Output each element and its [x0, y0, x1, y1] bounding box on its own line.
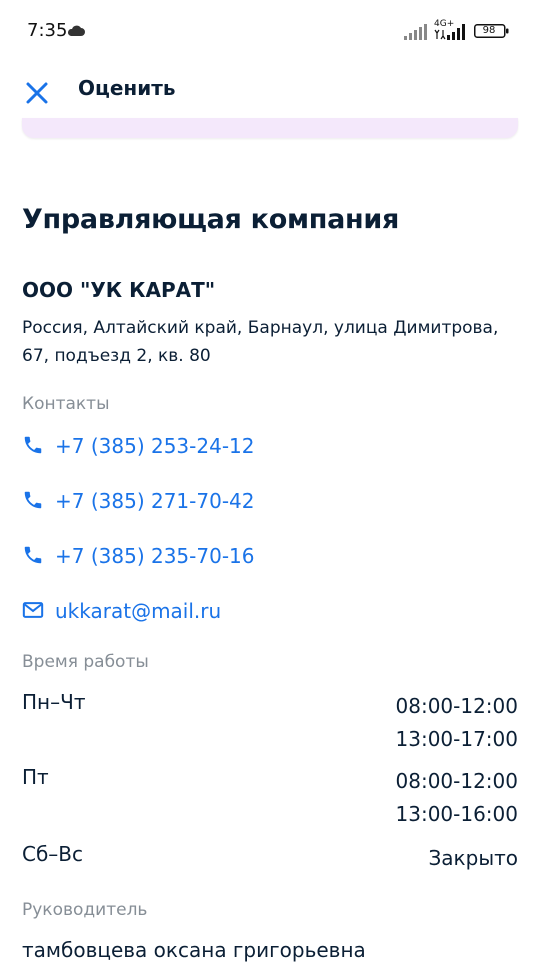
cloud-icon — [67, 25, 85, 36]
schedule-row: Пн–Чт 08:00-12:00 13:00-17:00 — [22, 690, 518, 758]
email-address: ukkarat@mail.ru — [55, 599, 222, 623]
email-link[interactable]: ukkarat@mail.ru — [22, 595, 502, 627]
schedule-hours: 08:00-12:00 13:00-17:00 — [396, 690, 519, 756]
hours-slot: 13:00-17:00 — [395, 727, 519, 751]
hours-slot: 08:00-12:00 — [395, 694, 519, 718]
manager-label: Руководитель — [22, 900, 148, 920]
phone-link-3[interactable]: +7 (385) 235-70-16 — [22, 540, 502, 572]
company-name: ООО "УК КАРАТ" — [22, 278, 216, 302]
phone-icon — [24, 436, 42, 454]
schedule-hours: 08:00-12:00 13:00-16:00 — [396, 765, 519, 831]
manager-name: тамбовцева оксана григорьевна — [22, 938, 366, 962]
schedule-day: Пн–Чт — [22, 690, 86, 714]
signal-icon — [404, 24, 427, 40]
page-title: Оценить — [78, 76, 176, 100]
status-time: 7:35 — [27, 20, 68, 41]
close-icon — [26, 82, 48, 104]
company-address: Россия, Алтайский край, Барнаул, улица Д… — [22, 318, 499, 366]
phone-number: +7 (385) 253-24-12 — [55, 434, 255, 458]
schedule-row: Пт 08:00-12:00 13:00-16:00 — [22, 765, 518, 833]
phone-icon — [24, 546, 42, 564]
top-app-bar: Оценить — [0, 64, 540, 120]
schedule-hours: Закрыто — [428, 842, 518, 875]
close-button[interactable] — [20, 72, 56, 108]
status-bar: 7:35 4G+ 98 — [0, 0, 540, 64]
phone-link-2[interactable]: +7 (385) 271-70-42 — [22, 485, 502, 517]
hours-slot: 13:00-16:00 — [395, 802, 519, 826]
section-title: Управляющая компания — [22, 204, 399, 235]
hours-slot: 08:00-12:00 — [395, 769, 519, 793]
promo-banner-edge — [22, 118, 518, 138]
phone-icon — [24, 491, 42, 509]
schedule-row: Сб–Вс Закрыто — [22, 842, 518, 876]
phone-number: +7 (385) 235-70-16 — [55, 544, 255, 568]
hours-slot: Закрыто — [428, 846, 518, 870]
contacts-label: Контакты — [22, 394, 110, 414]
schedule-day: Пт — [22, 765, 49, 789]
phone-link-1[interactable]: +7 (385) 253-24-12 — [22, 430, 502, 462]
mail-icon — [22, 602, 44, 618]
battery-level: 98 — [482, 25, 496, 36]
phone-number: +7 (385) 271-70-42 — [55, 489, 255, 513]
schedule-day: Сб–Вс — [22, 842, 84, 866]
mobile-signal-icon — [434, 24, 465, 40]
working-hours-label: Время работы — [22, 652, 149, 672]
